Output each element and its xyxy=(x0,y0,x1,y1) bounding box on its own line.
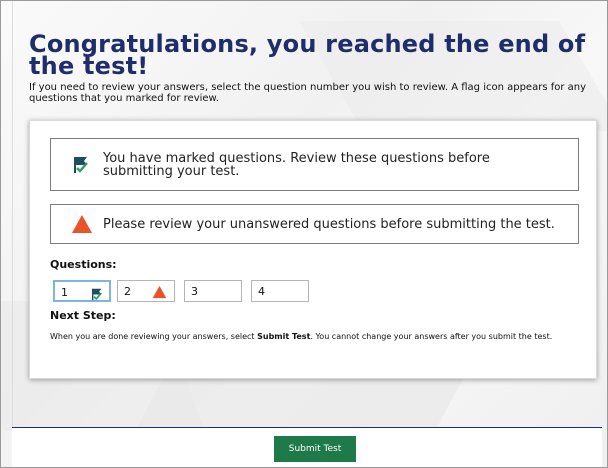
marked-questions-alert: You have marked questions. Review these … xyxy=(50,138,579,191)
flag-check-icon xyxy=(91,286,103,305)
left-divider xyxy=(12,1,13,427)
page-title: Congratulations, you reached the end of … xyxy=(29,30,586,80)
next-step-text-part: When you are done reviewing your answers… xyxy=(50,332,258,341)
next-step-text-bold: Submit Test xyxy=(257,332,311,341)
footer-bar: Submit Test xyxy=(12,427,602,467)
unanswered-questions-message: Please review your unanswered questions … xyxy=(103,217,555,232)
test-review-page: Congratulations, you reached the end of … xyxy=(0,0,608,468)
warning-triangle-icon xyxy=(152,284,167,303)
submit-test-button[interactable]: Submit Test xyxy=(274,436,356,462)
next-step-text-part: . You cannot change your answers after y… xyxy=(310,332,553,341)
next-step-label: Next Step: xyxy=(50,309,116,322)
review-panel: You have marked questions. Review these … xyxy=(29,120,597,379)
question-4-button[interactable]: 4 xyxy=(251,280,309,302)
question-3-button[interactable]: 3 xyxy=(184,280,242,302)
flag-check-icon xyxy=(73,156,89,178)
questions-label: Questions: xyxy=(50,258,117,271)
question-number: 4 xyxy=(258,285,265,298)
marked-questions-message: You have marked questions. Review these … xyxy=(103,151,490,179)
question-1-button[interactable]: 1 xyxy=(53,280,111,302)
unanswered-questions-alert: Please review your unanswered questions … xyxy=(50,204,579,244)
question-number: 3 xyxy=(191,285,198,298)
question-2-button[interactable]: 2 xyxy=(117,280,175,302)
next-step-text: When you are done reviewing your answers… xyxy=(50,332,570,342)
question-number: 1 xyxy=(61,286,68,299)
warning-triangle-icon xyxy=(71,214,93,238)
question-number: 2 xyxy=(124,285,131,298)
intro-text: If you need to review your answers, sele… xyxy=(29,82,587,104)
